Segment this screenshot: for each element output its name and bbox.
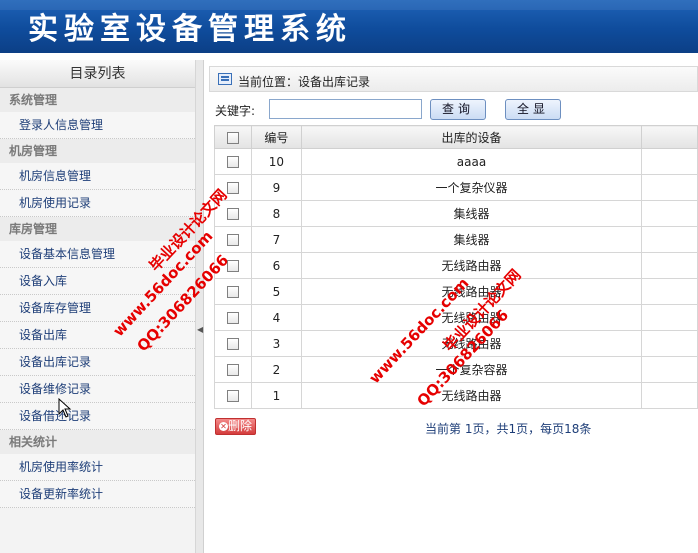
column-header-id: 编号 xyxy=(250,125,302,149)
sidebar-item-outbound-records[interactable]: 设备出库记录 xyxy=(0,349,195,376)
search-label: 关键字: xyxy=(215,104,256,118)
row-id: 9 xyxy=(250,174,302,201)
breadcrumb-text: 当前位置：设备出库记录 xyxy=(238,75,371,89)
row-id: 3 xyxy=(250,330,302,357)
row-extra xyxy=(641,330,698,357)
row-device: 无线路由器 xyxy=(300,382,643,409)
row-checkbox[interactable] xyxy=(226,390,239,402)
row-device: 一个复杂仪器 xyxy=(300,174,643,201)
row-checkbox[interactable] xyxy=(226,286,239,298)
sidebar-group-machine-room[interactable]: 机房管理 xyxy=(0,139,195,163)
column-header-device: 出库的设备 xyxy=(300,125,643,149)
sidebar-splitter[interactable]: ◀ xyxy=(196,60,204,553)
sidebar-item-borrow-records[interactable]: 设备借还记录 xyxy=(0,403,195,430)
app-header: 实验室设备管理系统 xyxy=(0,0,698,53)
table-row: 10 aaaa xyxy=(214,148,698,175)
row-checkbox[interactable] xyxy=(226,338,239,350)
delete-icon: ✕ xyxy=(219,422,228,431)
row-extra xyxy=(641,174,698,201)
list-icon xyxy=(218,73,232,85)
table-row: 7 集线器 xyxy=(214,226,698,253)
row-checkbox[interactable] xyxy=(226,182,239,194)
search-input[interactable] xyxy=(269,99,422,119)
select-all-header xyxy=(214,125,252,149)
row-checkbox-cell xyxy=(214,382,252,409)
table-row: 9 一个复杂仪器 xyxy=(214,174,698,201)
delete-button-label: 删除 xyxy=(228,419,253,433)
row-device: 集线器 xyxy=(300,200,643,227)
row-extra xyxy=(641,148,698,175)
row-device: 无线路由器 xyxy=(300,252,643,279)
row-device: aaaa xyxy=(300,148,643,175)
table-row: 1 无线路由器 xyxy=(214,382,698,409)
row-checkbox[interactable] xyxy=(226,156,239,168)
row-checkbox[interactable] xyxy=(226,364,239,376)
app-title: 实验室设备管理系统 xyxy=(28,12,352,47)
row-id: 5 xyxy=(250,278,302,305)
row-extra xyxy=(641,356,698,383)
row-extra xyxy=(641,226,698,253)
row-checkbox-cell xyxy=(214,330,252,357)
collapse-left-icon[interactable]: ◀ xyxy=(197,325,203,334)
row-checkbox[interactable] xyxy=(226,312,239,324)
show-all-button[interactable]: 全显 xyxy=(505,99,561,120)
row-checkbox-cell xyxy=(214,148,252,175)
row-id: 4 xyxy=(250,304,302,331)
row-device: 无线路由器 xyxy=(300,278,643,305)
row-extra xyxy=(641,304,698,331)
table-header-row: 编号 出库的设备 xyxy=(214,125,698,149)
row-checkbox[interactable] xyxy=(226,234,239,246)
table-row: 6 无线路由器 xyxy=(214,252,698,279)
row-id: 1 xyxy=(250,382,302,409)
row-id: 2 xyxy=(250,356,302,383)
pagination-text: 当前第 1页，共1页，每页18条 xyxy=(425,422,592,436)
delete-button[interactable]: ✕删除 xyxy=(215,418,256,435)
sidebar-item-repair-records[interactable]: 设备维修记录 xyxy=(0,376,195,403)
query-button[interactable]: 查询 xyxy=(430,99,486,120)
sidebar-group-statistics[interactable]: 相关统计 xyxy=(0,430,195,454)
row-extra xyxy=(641,278,698,305)
sidebar-item-room-usage[interactable]: 机房使用记录 xyxy=(0,190,195,217)
sidebar-title: 目录列表 xyxy=(0,60,195,88)
row-extra xyxy=(641,252,698,279)
breadcrumb: 当前位置：设备出库记录 xyxy=(209,66,698,92)
column-header-extra xyxy=(641,125,698,149)
mouse-cursor-icon xyxy=(58,398,72,418)
row-checkbox-cell xyxy=(214,278,252,305)
sidebar-item-room-usage-stats[interactable]: 机房使用率统计 xyxy=(0,454,195,481)
sidebar-item-room-info[interactable]: 机房信息管理 xyxy=(0,163,195,190)
row-id: 7 xyxy=(250,226,302,253)
table-row: 8 集线器 xyxy=(214,200,698,227)
sidebar-item-login-user-management[interactable]: 登录人信息管理 xyxy=(0,112,195,139)
row-id: 6 xyxy=(250,252,302,279)
row-checkbox-cell xyxy=(214,226,252,253)
row-checkbox-cell xyxy=(214,356,252,383)
row-id: 10 xyxy=(250,148,302,175)
row-id: 8 xyxy=(250,200,302,227)
row-device: 集线器 xyxy=(300,226,643,253)
select-all-checkbox[interactable] xyxy=(226,131,239,144)
row-checkbox[interactable] xyxy=(226,208,239,220)
sidebar-group-system[interactable]: 系统管理 xyxy=(0,88,195,112)
row-extra xyxy=(641,200,698,227)
sidebar-item-update-rate-stats[interactable]: 设备更新率统计 xyxy=(0,481,195,508)
row-checkbox-cell xyxy=(214,304,252,331)
row-extra xyxy=(641,382,698,409)
